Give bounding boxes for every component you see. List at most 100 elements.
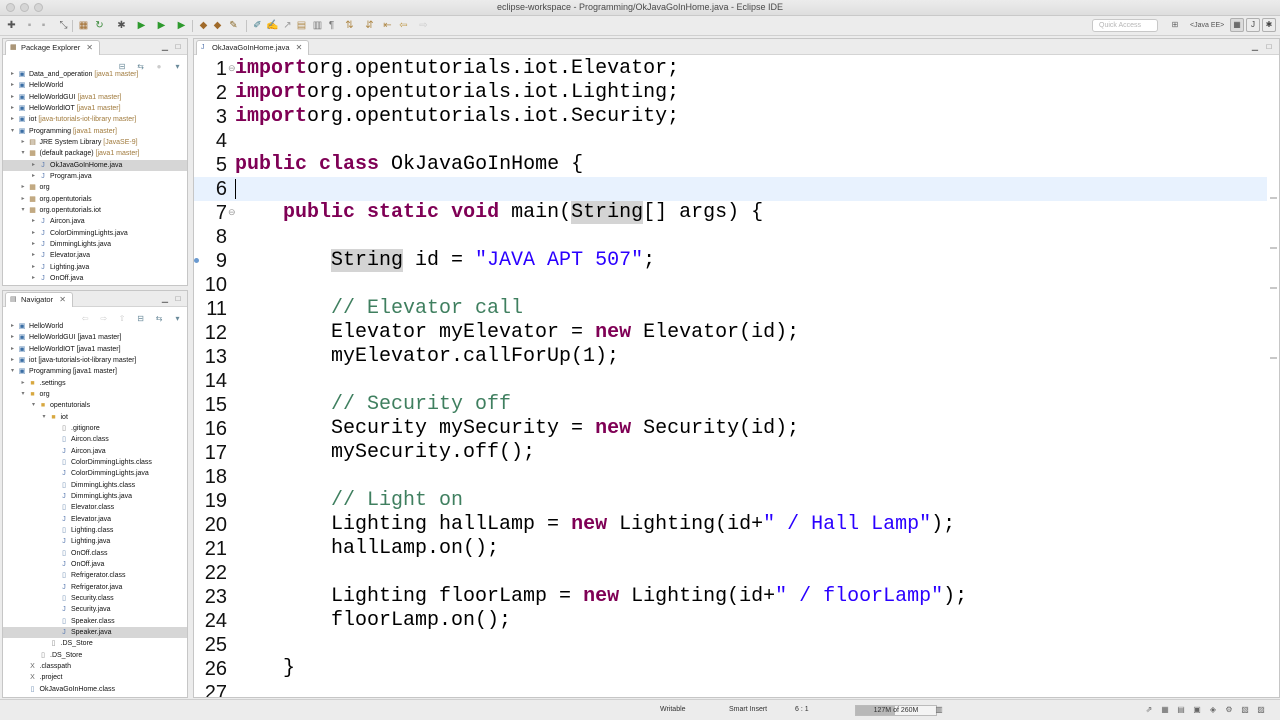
back-icon[interactable]: ⇦ bbox=[398, 20, 409, 31]
code-line[interactable]: 15 // Security off bbox=[194, 393, 1267, 417]
code-line[interactable]: 17 mySecurity.off(); bbox=[194, 441, 1267, 465]
progress-icon[interactable]: ⇗ bbox=[1144, 705, 1154, 715]
tree-item[interactable]: ▯ DimmingLights.class bbox=[3, 480, 187, 491]
maximize-icon[interactable]: □ bbox=[174, 43, 182, 51]
garbage-collect-icon[interactable]: ▥ bbox=[934, 705, 944, 715]
tree-item[interactable]: ▯ Elevator.class bbox=[3, 502, 187, 513]
maximize-icon[interactable]: □ bbox=[174, 295, 182, 303]
overview-ruler-mark[interactable] bbox=[1270, 197, 1277, 199]
tree-item[interactable]: ▾ ▣ Programming [java1 master] bbox=[3, 126, 187, 137]
editor-tab-okjavagoinhome[interactable]: J OkJavaGoInHome.java ✕ bbox=[196, 40, 310, 55]
tree-item[interactable]: ▯ Lighting.class bbox=[3, 525, 187, 536]
tree-item[interactable]: ▸ J ColorDimmingLights.java bbox=[3, 228, 187, 239]
tree-item[interactable]: ▯ Refrigerator.class bbox=[3, 570, 187, 581]
code-line[interactable]: 1 ⊖ importorg.opentutorials.iot.Elevator; bbox=[194, 57, 1267, 81]
tree-item[interactable]: ▸ J OkJavaGoInHome.java bbox=[3, 159, 187, 171]
tree-item[interactable]: ▯ .DS_Store bbox=[3, 650, 187, 661]
debug-perspective-button[interactable]: ✱ bbox=[1262, 18, 1276, 32]
coverage-icon[interactable]: ▶ bbox=[156, 20, 167, 31]
collapsed-arrow-icon[interactable]: ▸ bbox=[20, 194, 27, 205]
close-icon[interactable]: ✕ bbox=[296, 43, 303, 52]
tree-item[interactable]: J OnOff.java bbox=[3, 559, 187, 570]
minimize-icon[interactable]: ▁ bbox=[161, 43, 169, 51]
save-all-icon[interactable]: ▪ bbox=[38, 20, 49, 31]
toolbar-icon-4[interactable]: ◈ bbox=[1208, 705, 1218, 715]
toolbar-icon-3[interactable]: ▣ bbox=[1192, 705, 1202, 715]
code-line[interactable]: 10 bbox=[194, 273, 1267, 297]
tree-item[interactable]: ▸ J Lighting.java bbox=[3, 262, 187, 273]
expanded-arrow-icon[interactable]: ▾ bbox=[30, 400, 37, 411]
code-line[interactable]: 4 bbox=[194, 129, 1267, 153]
code-line[interactable]: 13 myElevator.callForUp(1); bbox=[194, 345, 1267, 369]
tree-item[interactable]: ▸ ▣ iot [java-tutorials-iot-library master… bbox=[3, 114, 187, 125]
expanded-arrow-icon[interactable]: ▾ bbox=[41, 412, 48, 423]
navigator-tab[interactable]: ▤ Navigator ✕ bbox=[5, 292, 73, 307]
collapsed-arrow-icon[interactable]: ▸ bbox=[9, 114, 16, 125]
collapsed-arrow-icon[interactable]: ▸ bbox=[20, 182, 27, 193]
tree-item[interactable]: J Elevator.java bbox=[3, 514, 187, 525]
minimize-icon[interactable]: ▁ bbox=[1251, 43, 1259, 51]
code-line[interactable]: 19 // Light on bbox=[194, 489, 1267, 513]
tree-item[interactable]: ▯ Aircon.class bbox=[3, 434, 187, 445]
new-java-project-icon[interactable]: ◆ bbox=[198, 20, 209, 31]
code-line[interactable]: 8 bbox=[194, 225, 1267, 249]
show-whitespace-icon[interactable]: ¶ bbox=[326, 20, 337, 31]
expanded-arrow-icon[interactable]: ▾ bbox=[20, 148, 27, 159]
tree-item[interactable]: X .project bbox=[3, 672, 187, 683]
new-icon[interactable]: ✚ bbox=[6, 20, 17, 31]
run-icon[interactable]: ▶ bbox=[136, 20, 147, 31]
overview-ruler-mark[interactable] bbox=[1270, 357, 1277, 359]
code-line[interactable]: 18 bbox=[194, 465, 1267, 489]
toolbar-icon-2[interactable]: ▤ bbox=[1176, 705, 1186, 715]
open-type-icon[interactable]: ✐ bbox=[252, 20, 263, 31]
collapsed-arrow-icon[interactable]: ▸ bbox=[9, 355, 16, 366]
tree-item[interactable]: ▸ J OnOff.java bbox=[3, 273, 187, 284]
collapsed-arrow-icon[interactable]: ▸ bbox=[9, 332, 16, 343]
code-line[interactable]: 16 Security mySecurity = new Security(id… bbox=[194, 417, 1267, 441]
next-annotation-icon[interactable]: ⇅ bbox=[344, 20, 355, 31]
toolbar-icon-6[interactable]: ▧ bbox=[1240, 705, 1250, 715]
tree-item[interactable]: ▾ ■ iot bbox=[3, 412, 187, 423]
tree-item[interactable]: ▸ ▣ HelloWorld bbox=[3, 80, 187, 91]
new-class-icon[interactable]: ✎ bbox=[228, 20, 239, 31]
code-area[interactable]: 1 ⊖ importorg.opentutorials.iot.Elevator; 2… bbox=[194, 57, 1279, 697]
collapsed-arrow-icon[interactable]: ▸ bbox=[30, 160, 37, 171]
tree-item[interactable]: ▸ ▤ JRE System Library [JavaSE-9] bbox=[3, 137, 187, 148]
external-tools-icon[interactable]: ▶ bbox=[176, 20, 187, 31]
tree-item[interactable]: ▾ ▦ org.opentutorials.iot bbox=[3, 205, 187, 216]
tree-item[interactable]: ▸ ▣ Data_and_operation [java1 master] bbox=[3, 69, 187, 80]
code-line[interactable]: 12 Elevator myElevator = new Elevator(id… bbox=[194, 321, 1267, 345]
code-line[interactable]: 21 hallLamp.on(); bbox=[194, 537, 1267, 561]
close-icon[interactable]: ✕ bbox=[59, 295, 66, 304]
tree-item[interactable]: ▯ ColorDimmingLights.class bbox=[3, 457, 187, 468]
collapsed-arrow-icon[interactable]: ▸ bbox=[20, 378, 27, 389]
tree-item[interactable]: ▾ ▣ Programming [java1 master] bbox=[3, 366, 187, 377]
overview-ruler-mark[interactable] bbox=[1270, 247, 1277, 249]
tree-item[interactable]: ▯ .DS_Store bbox=[3, 638, 187, 649]
forward-icon[interactable]: ⇨ bbox=[418, 20, 429, 31]
tree-item[interactable]: ▯ Security.class bbox=[3, 593, 187, 604]
code-line[interactable]: 22 bbox=[194, 561, 1267, 585]
toggle-word-wrap-icon[interactable]: ▤ bbox=[296, 20, 307, 31]
java-perspective-button[interactable]: J bbox=[1246, 18, 1260, 32]
code-line[interactable]: 24 floorLamp.on(); bbox=[194, 609, 1267, 633]
code-line[interactable]: 3 importorg.opentutorials.iot.Security; bbox=[194, 105, 1267, 129]
code-line[interactable]: 5 public class OkJavaGoInHome { bbox=[194, 153, 1267, 177]
code-line[interactable]: 25 bbox=[194, 633, 1267, 657]
collapsed-arrow-icon[interactable]: ▸ bbox=[30, 228, 37, 239]
java-ee-perspective-button[interactable]: ▦ bbox=[1230, 18, 1244, 32]
code-line[interactable]: 27 bbox=[194, 681, 1267, 697]
collapsed-arrow-icon[interactable]: ▸ bbox=[9, 344, 16, 355]
code-line[interactable]: 11 // Elevator call bbox=[194, 297, 1267, 321]
collapsed-arrow-icon[interactable]: ▸ bbox=[30, 239, 37, 250]
tree-item[interactable]: J ColorDimmingLights.java bbox=[3, 468, 187, 479]
tree-item[interactable]: ▯ Speaker.class bbox=[3, 616, 187, 627]
refresh-icon[interactable]: ↻ bbox=[94, 20, 105, 31]
collapsed-arrow-icon[interactable]: ▸ bbox=[30, 171, 37, 182]
tree-item[interactable]: ▸ ▣ HelloWorldGUI [java1 master] bbox=[3, 92, 187, 103]
code-line[interactable]: 23 Lighting floorLamp = new Lighting(id+… bbox=[194, 585, 1267, 609]
build-icon[interactable]: ▦ bbox=[78, 20, 89, 31]
expanded-arrow-icon[interactable]: ▾ bbox=[20, 205, 27, 216]
collapsed-arrow-icon[interactable]: ▸ bbox=[20, 137, 27, 148]
tree-item[interactable]: ▯ OkJavaGoInHome.class bbox=[3, 684, 187, 695]
